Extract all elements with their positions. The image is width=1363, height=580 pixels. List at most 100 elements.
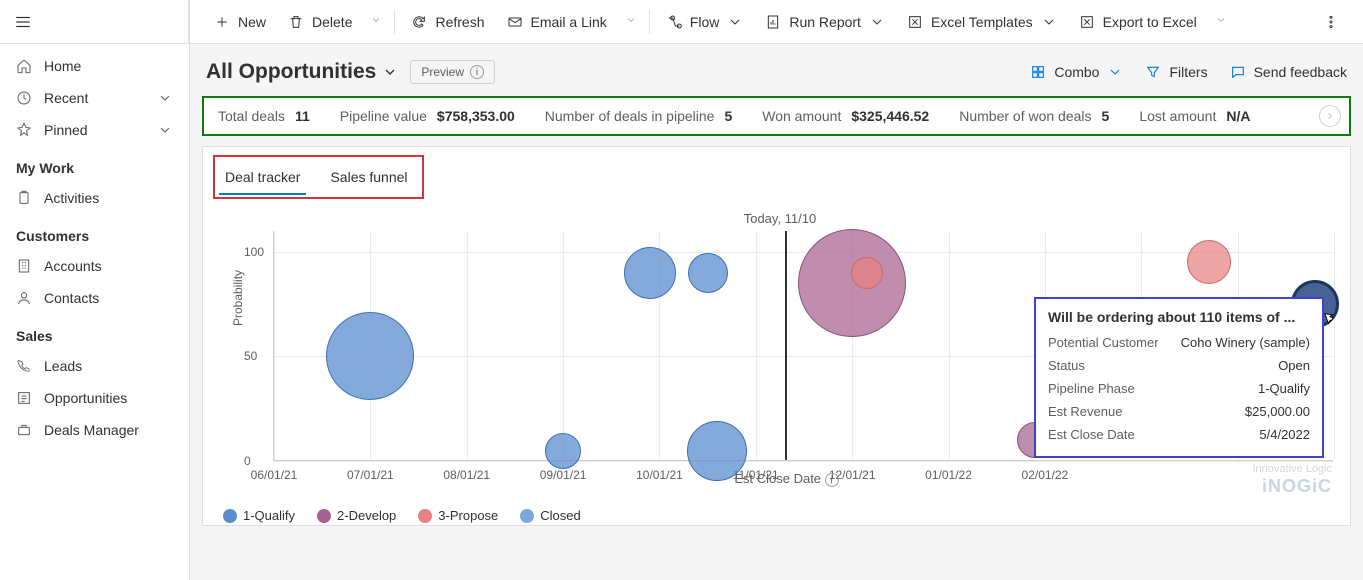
metric-label: Number of won deals: [959, 108, 1091, 124]
chart-card: Deal tracker Sales funnel Today, 11/10 P…: [202, 146, 1351, 526]
legend-item[interactable]: 3-Propose: [418, 508, 498, 523]
briefcase-icon: [16, 422, 32, 438]
nav-contacts[interactable]: Contacts: [0, 282, 189, 314]
cmd-report[interactable]: Run Report: [755, 8, 895, 36]
view-selector[interactable]: All Opportunities: [206, 60, 398, 84]
nav-pinned[interactable]: Pinned: [0, 114, 189, 146]
cmd-flow[interactable]: Flow: [656, 8, 754, 36]
home-icon: [16, 58, 32, 74]
funnel-icon: [1145, 64, 1161, 80]
chevron-down-icon: [370, 14, 382, 26]
cmd-refresh[interactable]: Refresh: [401, 8, 494, 36]
tooltip-title: Will be ordering about 110 items of ...: [1048, 309, 1310, 325]
excel-icon: [907, 14, 923, 30]
combo-button[interactable]: Combo: [1030, 64, 1123, 80]
bubble-point[interactable]: [688, 253, 728, 293]
info-icon: i: [470, 65, 484, 79]
person-icon: [16, 290, 32, 306]
y-tick: 100: [244, 245, 264, 259]
metric-value: 5: [1102, 108, 1110, 124]
metrics-next[interactable]: [1319, 105, 1341, 127]
filters-button[interactable]: Filters: [1145, 64, 1207, 80]
bubble-point[interactable]: [545, 433, 581, 469]
plus-icon: [214, 14, 230, 30]
chevron-down-icon: [1107, 64, 1123, 80]
refresh-icon: [411, 14, 427, 30]
phone-icon: [16, 358, 32, 374]
bubble-point[interactable]: [624, 247, 676, 299]
grid-icon: [1030, 64, 1046, 80]
tab-deal-tracker[interactable]: Deal tracker: [219, 161, 306, 195]
report-icon: [765, 14, 781, 30]
cmd-new[interactable]: New: [204, 8, 276, 36]
more-icon: [1323, 14, 1339, 30]
watermark-tag: Innovative Logic: [1253, 463, 1333, 475]
x-axis-label: Est Close Date i: [243, 471, 1330, 488]
chat-icon: [1230, 64, 1246, 80]
cmd-export[interactable]: Export to Excel: [1069, 8, 1207, 36]
cmd-export-drop[interactable]: [1209, 10, 1233, 33]
legend-item[interactable]: 1-Qualify: [223, 508, 295, 523]
y-tick: 50: [244, 349, 257, 363]
cmd-overflow[interactable]: [1313, 8, 1349, 36]
chevron-down-icon: [1215, 14, 1227, 26]
metric-value: 11: [295, 108, 310, 124]
nav-recent[interactable]: Recent: [0, 82, 189, 114]
flow-icon: [666, 14, 682, 30]
nav-leads[interactable]: Leads: [0, 350, 189, 382]
clock-icon: [16, 90, 32, 106]
hamburger-menu[interactable]: [0, 0, 189, 44]
metric-value: $325,446.52: [851, 108, 929, 124]
sidebar: Home Recent Pinned My Work Activities Cu…: [0, 44, 189, 580]
group-mywork: My Work: [0, 146, 189, 182]
metric-label: Won amount: [762, 108, 841, 124]
feedback-button[interactable]: Send feedback: [1230, 64, 1347, 80]
info-icon: i: [825, 473, 839, 487]
nav-deals-manager[interactable]: Deals Manager: [0, 414, 189, 446]
nav-accounts[interactable]: Accounts: [0, 250, 189, 282]
cmd-email-drop[interactable]: [619, 10, 643, 33]
chevron-down-icon: [869, 14, 885, 30]
chevron-down-icon: [727, 14, 743, 30]
group-sales: Sales: [0, 314, 189, 350]
metric-value: $758,353.00: [437, 108, 515, 124]
group-customers: Customers: [0, 214, 189, 250]
trash-icon: [288, 14, 304, 30]
cmd-email[interactable]: Email a Link: [497, 8, 617, 36]
legend-item[interactable]: Closed: [520, 508, 580, 523]
y-tick: 0: [244, 454, 251, 468]
today-label: Today, 11/10: [744, 211, 817, 226]
preview-badge[interactable]: Previewi: [410, 60, 495, 84]
command-bar: New Delete Refresh Email a Link Flow Run…: [190, 0, 1363, 44]
metrics-bar: Total deals11 Pipeline value$758,353.00 …: [202, 96, 1351, 136]
tab-sales-funnel[interactable]: Sales funnel: [324, 161, 413, 195]
building-icon: [16, 258, 32, 274]
list-icon: [16, 390, 32, 406]
bubble-point[interactable]: [326, 312, 414, 400]
chart-tooltip: Will be ordering about 110 items of ... …: [1034, 297, 1324, 458]
chevron-down-icon: [382, 64, 398, 80]
pin-icon: [16, 122, 32, 138]
watermark-brand: iNOGiC: [1262, 476, 1332, 497]
bubble-point[interactable]: [851, 257, 883, 289]
chevron-down-icon: [157, 90, 173, 106]
cmd-delete[interactable]: Delete: [278, 8, 362, 36]
cmd-delete-drop[interactable]: [364, 10, 388, 33]
metric-value: N/A: [1226, 108, 1250, 124]
chart-tabs: Deal tracker Sales funnel: [213, 155, 424, 199]
bubble-point[interactable]: [1187, 240, 1231, 284]
chevron-right-icon: [1324, 110, 1336, 122]
chevron-down-icon: [1041, 14, 1057, 30]
nav-opportunities[interactable]: Opportunities: [0, 382, 189, 414]
metric-label: Pipeline value: [340, 108, 427, 124]
bubble-point[interactable]: [798, 229, 906, 337]
legend-item[interactable]: 2-Develop: [317, 508, 396, 523]
chevron-down-icon: [625, 14, 637, 26]
clipboard-icon: [16, 190, 32, 206]
cmd-templates[interactable]: Excel Templates: [897, 8, 1067, 36]
excel-export-icon: [1079, 14, 1095, 30]
nav-home[interactable]: Home: [0, 50, 189, 82]
page-title: All Opportunities: [206, 60, 376, 84]
nav-activities[interactable]: Activities: [0, 182, 189, 214]
metric-value: 5: [724, 108, 732, 124]
